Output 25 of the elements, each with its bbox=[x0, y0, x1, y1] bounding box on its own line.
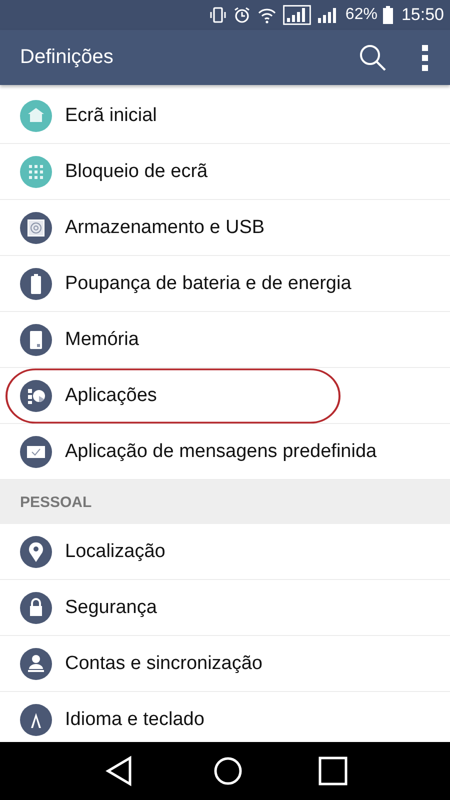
vibrate-icon bbox=[209, 6, 228, 24]
item-label: Idioma e teclado bbox=[65, 708, 204, 730]
item-label: Bloqueio de ecrã bbox=[65, 160, 208, 182]
more-options-icon[interactable] bbox=[420, 44, 430, 72]
battery-icon bbox=[383, 6, 394, 24]
search-icon[interactable] bbox=[358, 42, 388, 72]
item-label: Contas e sincronização bbox=[65, 652, 262, 674]
item-label: Memória bbox=[65, 328, 139, 350]
item-label: Aplicações bbox=[65, 384, 157, 406]
item-label: Localização bbox=[65, 540, 166, 562]
item-label: Poupança de bateria e de energia bbox=[65, 272, 352, 294]
item-label: Armazenamento e USB bbox=[65, 216, 265, 238]
battery-percent: 62% bbox=[345, 6, 378, 24]
home-icon[interactable] bbox=[212, 756, 243, 786]
settings-item[interactable]: Aplicações bbox=[0, 368, 450, 424]
item-label: Aplicação de mensagens predefinida bbox=[65, 440, 377, 462]
clock: 15:50 bbox=[401, 5, 444, 25]
item-label: Segurança bbox=[65, 596, 157, 618]
screen-title: Definições bbox=[20, 46, 114, 69]
recent-apps-icon[interactable] bbox=[318, 756, 348, 786]
signal-icon bbox=[283, 5, 312, 25]
wifi-icon bbox=[257, 6, 278, 24]
alarm-icon bbox=[233, 6, 252, 24]
section-header: PESSOAL bbox=[0, 480, 450, 524]
item-label: Ecrã inicial bbox=[65, 104, 157, 126]
